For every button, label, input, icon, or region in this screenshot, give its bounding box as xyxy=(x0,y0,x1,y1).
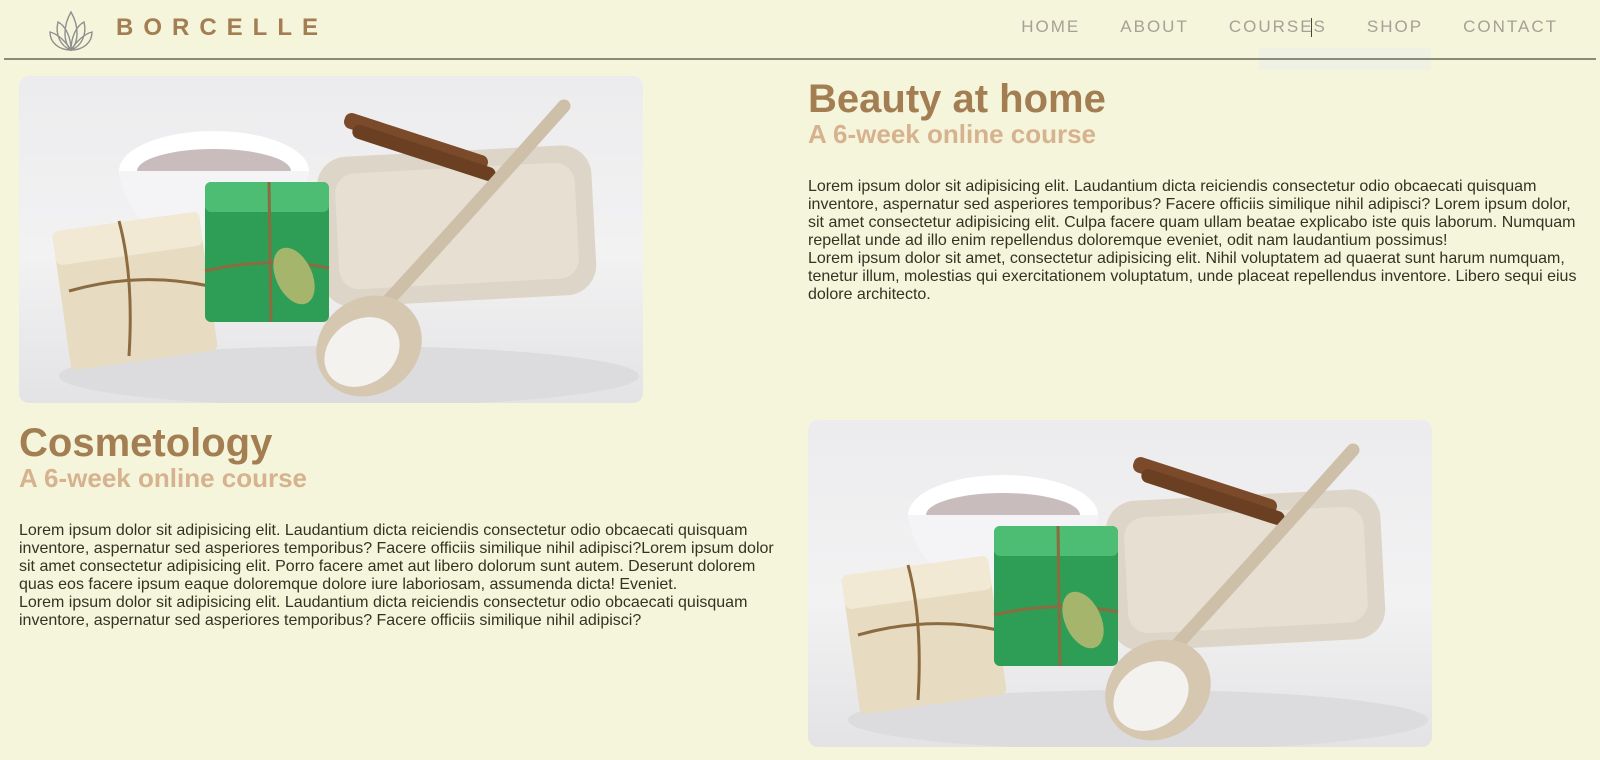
paragraph: Lorem ipsum dolor sit adipisicing elit. … xyxy=(19,594,748,629)
paragraph: Lorem ipsum dolor sit adipisicing elit. … xyxy=(19,522,774,593)
page: BORCELLE HOME ABOUT COURSES SHOP CONTACT xyxy=(0,0,1600,760)
brand-name[interactable]: BORCELLE xyxy=(116,14,328,42)
course-subtitle-beauty: A 6-week online course xyxy=(808,119,1097,149)
course-description-beauty: Lorem ipsum dolor sit adipisicing elit. … xyxy=(808,178,1590,304)
spa-products-image xyxy=(19,76,643,403)
lotus-icon[interactable] xyxy=(48,6,94,52)
main-nav: HOME ABOUT COURSES SHOP CONTACT xyxy=(981,17,1558,37)
nav-shop[interactable]: SHOP xyxy=(1367,17,1423,37)
nav-home[interactable]: HOME xyxy=(1021,17,1080,37)
course-description-cosmetology: Lorem ipsum dolor sit adipisicing elit. … xyxy=(19,522,781,630)
paragraph: Lorem ipsum dolor sit amet, consectetur … xyxy=(808,250,1577,303)
paragraph: Lorem ipsum dolor sit adipisicing elit. … xyxy=(808,178,1576,249)
text-cursor xyxy=(1310,18,1312,37)
nav-about[interactable]: ABOUT xyxy=(1120,17,1189,37)
course-title-beauty: Beauty at home xyxy=(808,77,1106,121)
course-title-cosmetology: Cosmetology xyxy=(19,421,273,465)
nav-courses-label: COURSES xyxy=(1228,17,1327,36)
header-divider xyxy=(4,58,1596,60)
spa-products-image xyxy=(808,420,1432,747)
nav-courses[interactable]: COURSES xyxy=(1229,17,1327,37)
nav-contact[interactable]: CONTACT xyxy=(1463,17,1558,37)
site-header: BORCELLE HOME ABOUT COURSES SHOP CONTACT xyxy=(0,0,1600,70)
course-subtitle-cosmetology: A 6-week online course xyxy=(19,463,308,493)
